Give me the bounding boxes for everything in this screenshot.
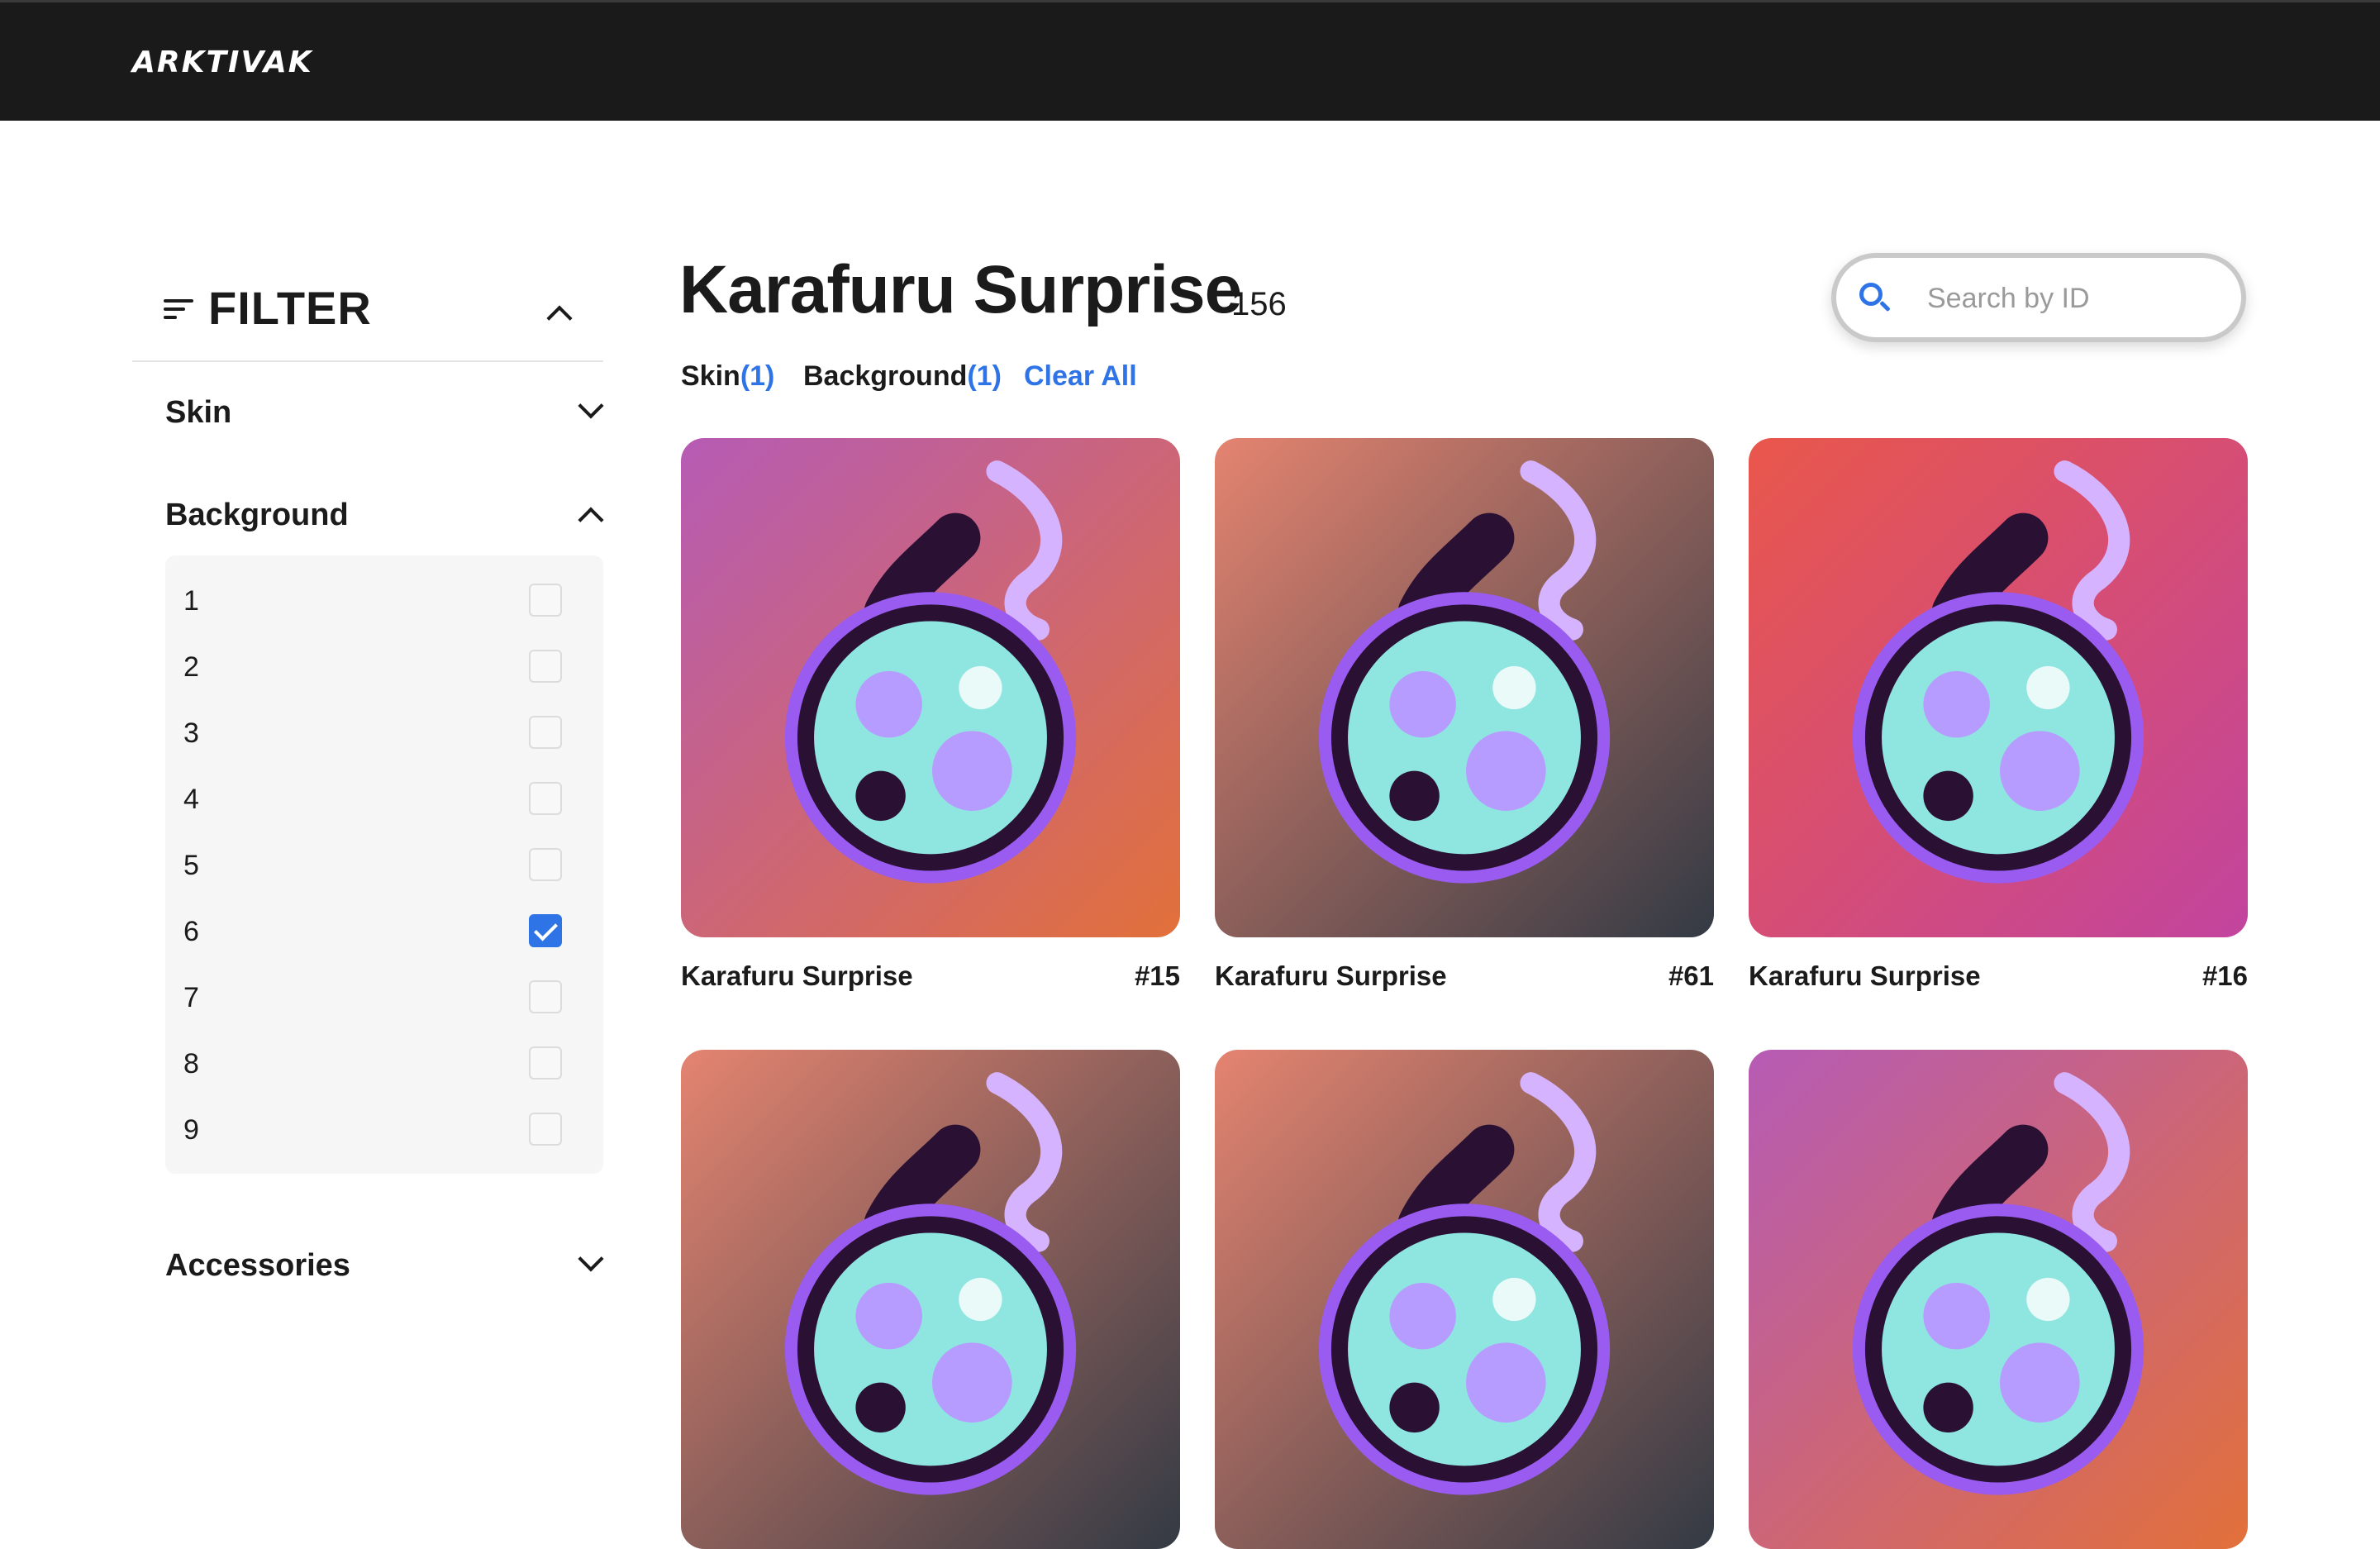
chevron-down-icon[interactable] [578, 393, 604, 419]
nft-artwork-image[interactable] [1749, 438, 2248, 937]
nft-card[interactable]: Karafuru Surprise #61 [1215, 438, 1714, 991]
option-label: 8 [183, 1048, 199, 1080]
background-option-1[interactable]: 1 [165, 569, 603, 635]
option-checkbox[interactable] [529, 1046, 562, 1080]
chevron-down-icon[interactable] [578, 1246, 604, 1272]
background-option-7[interactable]: 7 [165, 965, 603, 1032]
chip-label: Skin [681, 360, 740, 392]
option-checkbox[interactable] [529, 584, 562, 617]
nft-card[interactable]: Karafuru Surprise #16 [1749, 438, 2248, 991]
option-label: 2 [183, 651, 199, 683]
chevron-up-icon[interactable] [546, 305, 573, 331]
background-options-list: 1 2 3 4 5 6 7 8 9 [165, 555, 603, 1174]
filter-sidebar: FILTER Skin Background [132, 273, 604, 567]
background-option-5[interactable]: 5 [165, 833, 603, 899]
background-option-2[interactable]: 2 [165, 635, 603, 701]
nft-artwork-image[interactable] [681, 1050, 1180, 1549]
background-option-9[interactable]: 9 [165, 1098, 603, 1164]
nft-card-name: Karafuru Surprise [681, 960, 913, 991]
background-option-4[interactable]: 4 [165, 767, 603, 833]
clear-all-link[interactable]: Clear All [1024, 360, 1137, 393]
nft-artwork-image[interactable] [1215, 1050, 1714, 1549]
nft-card-id: #16 [2202, 960, 2248, 991]
option-checkbox[interactable] [529, 650, 562, 683]
site-logo[interactable]: ARKTIVAK [132, 45, 313, 79]
nft-artwork-image[interactable] [1749, 1050, 2248, 1549]
chip-label: Background [803, 360, 968, 392]
nft-card[interactable]: Karafuru Surprise #15 [681, 438, 1180, 991]
nft-card-name: Karafuru Surprise [1749, 960, 1981, 991]
option-checkbox[interactable] [529, 1113, 562, 1146]
option-checkbox[interactable] [529, 980, 562, 1013]
option-label: 4 [183, 784, 199, 815]
option-label: 6 [183, 916, 199, 947]
section-background[interactable]: Background [132, 465, 604, 567]
option-label: 7 [183, 982, 199, 1013]
chip-skin[interactable]: Skin(1) [681, 360, 774, 393]
nft-artwork-image[interactable] [681, 438, 1180, 937]
result-count: 156 [1231, 286, 1287, 322]
section-background-label: Background [165, 498, 349, 532]
search-input[interactable] [1927, 276, 2225, 321]
section-skin-label: Skin [165, 395, 232, 430]
search-icon [1859, 283, 1892, 316]
chip-count: (1) [967, 360, 1002, 392]
option-label: 5 [183, 850, 199, 881]
nft-card[interactable] [1749, 1050, 2248, 1549]
filter-lines-icon [164, 298, 193, 322]
option-label: 1 [183, 585, 199, 617]
nft-card-id: #61 [1668, 960, 1714, 991]
section-accessories[interactable]: Accessories [132, 1233, 604, 1306]
search-box[interactable] [1831, 253, 2246, 342]
option-checkbox[interactable] [529, 782, 562, 815]
filter-title: FILTER [208, 282, 372, 334]
option-checkbox[interactable] [529, 716, 562, 749]
background-option-6[interactable]: 6 [165, 899, 603, 965]
option-checkbox[interactable] [529, 848, 562, 881]
section-skin[interactable]: Skin [132, 362, 604, 465]
section-accessories-label: Accessories [165, 1248, 350, 1283]
filter-header[interactable]: FILTER [132, 273, 603, 362]
option-checkbox-checked[interactable] [529, 914, 562, 947]
nft-card-name: Karafuru Surprise [1215, 960, 1447, 991]
option-label: 3 [183, 717, 199, 749]
background-option-8[interactable]: 8 [165, 1032, 603, 1098]
page-title: Karafuru Surprise [679, 252, 1242, 327]
option-label: 9 [183, 1114, 199, 1146]
nft-card[interactable] [681, 1050, 1180, 1549]
chip-count: (1) [740, 360, 775, 392]
nft-artwork-image[interactable] [1215, 438, 1714, 937]
chevron-up-icon[interactable] [578, 507, 604, 533]
chip-background[interactable]: Background(1) [803, 360, 1002, 393]
nft-card-id: #15 [1134, 960, 1180, 991]
nft-card[interactable] [1215, 1050, 1714, 1549]
top-navbar: ARKTIVAK [0, 0, 2380, 121]
background-option-3[interactable]: 3 [165, 701, 603, 767]
